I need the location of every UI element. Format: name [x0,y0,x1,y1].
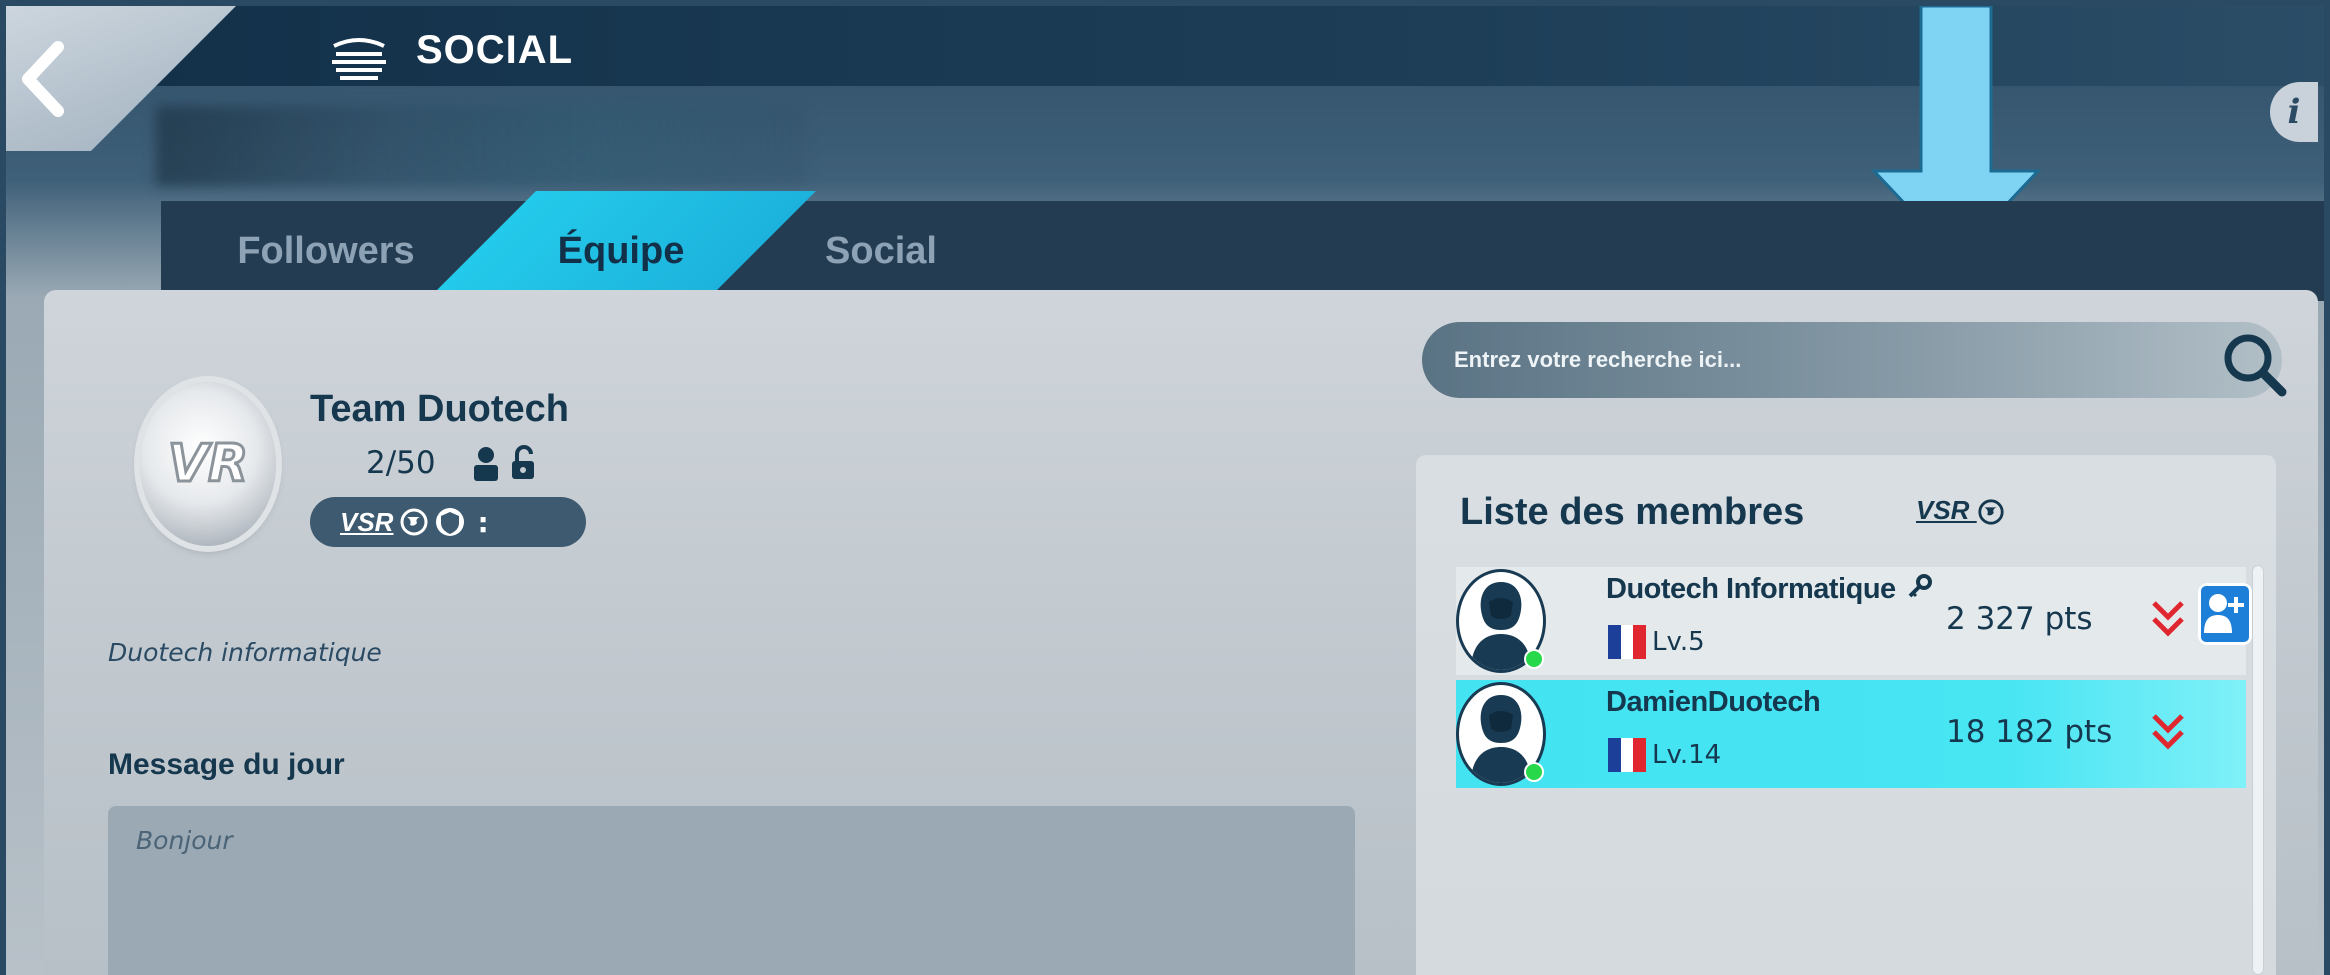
flag-france-icon [1608,738,1647,772]
online-indicator [1524,762,1544,782]
member-name: Duotech Informatique [1606,573,1933,606]
info-button[interactable]: i [2270,82,2318,142]
add-user-icon [2204,594,2244,633]
unlock-icon [512,445,535,479]
motd-label: Message du jour [108,748,345,781]
tab-social[interactable]: Social [806,201,956,301]
team-logo-text: VR [166,433,249,496]
member-points: 18 182 pts [1946,714,2113,750]
add-friend-button[interactable] [2198,583,2252,645]
team-description: Duotech informatique [108,638,382,667]
members-panel: Liste des membres VSR Duotech Informatiq… [1416,455,2276,975]
team-name: Team Duotech [310,388,570,430]
shield-icon [436,508,465,536]
member-name: DamienDuotech [1606,686,1821,718]
online-indicator [1524,649,1544,669]
info-icon: i [2287,92,2301,132]
member-row[interactable]: Duotech Informatique Lv.5 2 327 pts [1456,567,2252,675]
member-points: 2 327 pts [1946,601,2093,637]
members-vsr-badge: VSR [1916,495,2005,526]
background-blur [156,106,806,186]
team-status-icons [468,445,537,481]
member-level: Lv.5 [1652,627,1705,657]
members-vsr-label: VSR [1916,495,1970,525]
members-title: Liste des membres [1460,491,1805,533]
double-chevron-down-icon[interactable] [2150,599,2186,639]
flag-france-icon [1608,625,1647,659]
badge-suffix: : [477,505,489,539]
motd-box[interactable]: Bonjour [108,806,1355,975]
team-badge: VSR : [310,497,586,547]
vsr-label: VSR [340,506,394,537]
team-member-count: 2/50 [366,445,436,481]
person-icon [474,447,498,481]
search-bar [1422,322,2287,398]
globe-icon [400,508,428,536]
members-scrollbar[interactable] [2252,565,2264,975]
key-icon [1908,574,1933,598]
double-chevron-down-icon[interactable] [2150,712,2186,752]
globe-icon [1978,499,2004,525]
search-icon[interactable] [2216,326,2292,402]
motd-text: Bonjour [136,826,233,855]
tab-equipe[interactable]: Équipe [526,201,716,301]
page-title: SOCIAL [416,28,574,72]
member-name-text: Duotech Informatique [1606,573,1896,605]
team-logo: VR [140,382,276,546]
member-level: Lv.14 [1652,740,1722,770]
chevron-left-icon [22,40,64,117]
tab-followers[interactable]: Followers [226,201,426,301]
search-input[interactable] [1452,346,2156,374]
member-row[interactable]: DamienDuotech Lv.14 18 182 pts [1456,680,2246,788]
ship-icon [332,38,386,80]
